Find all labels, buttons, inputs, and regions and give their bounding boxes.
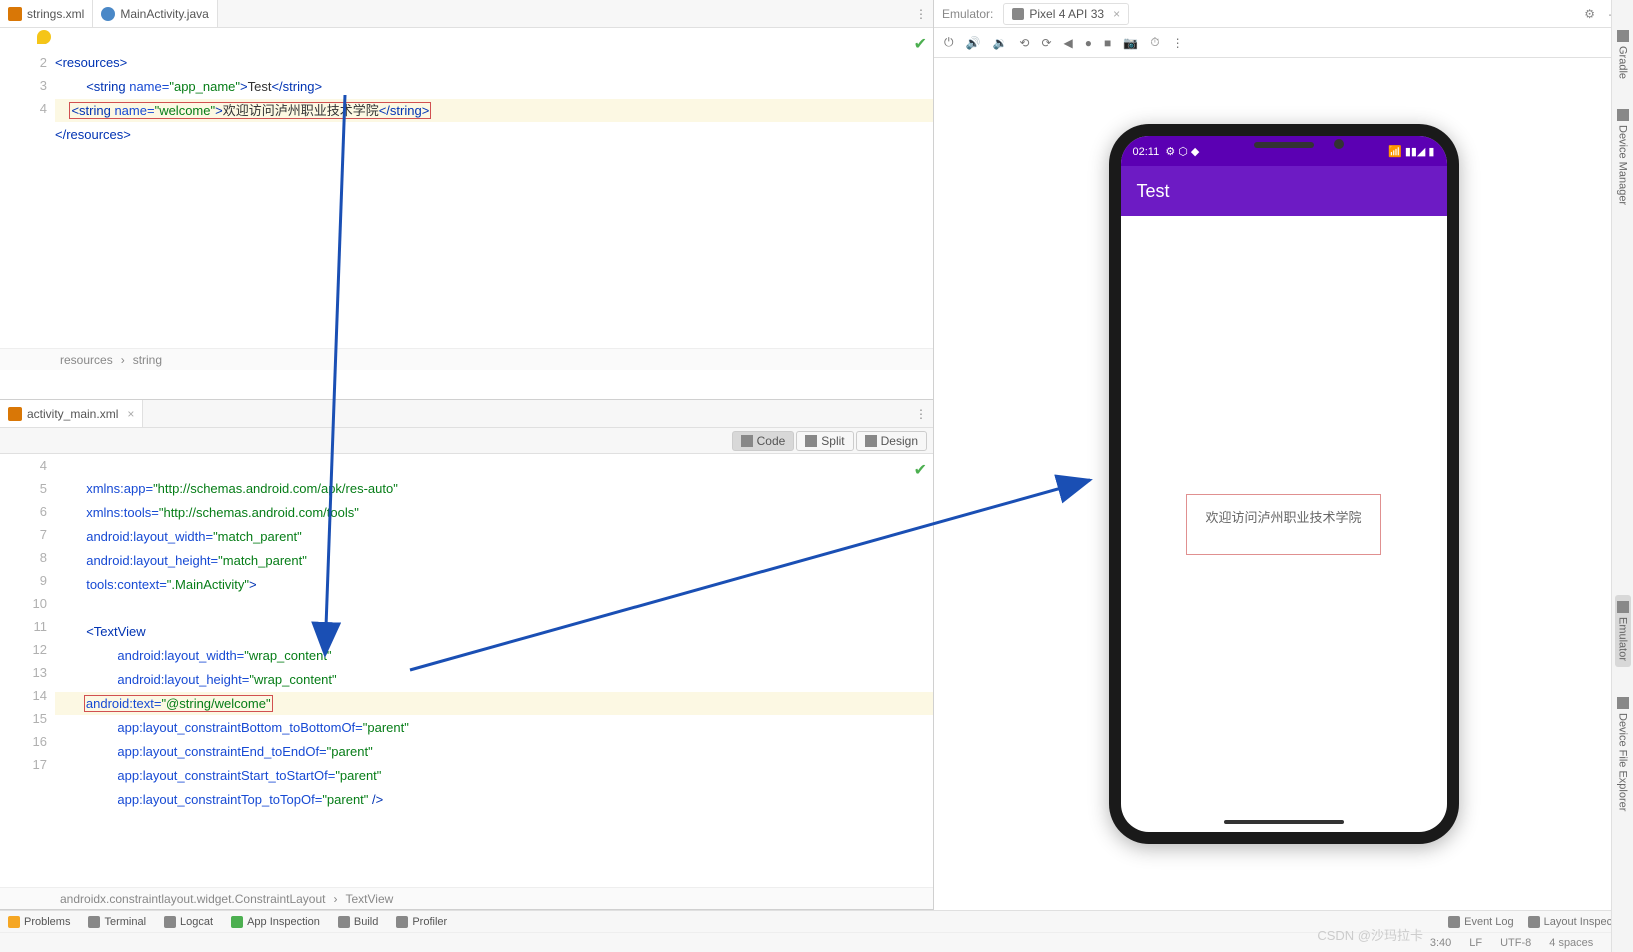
- sidebar-gradle[interactable]: Gradle: [1617, 30, 1629, 79]
- cursor-position[interactable]: 3:40: [1430, 937, 1451, 949]
- screenshot-icon[interactable]: 📷: [1123, 36, 1138, 50]
- home-indicator: [1224, 820, 1344, 824]
- phone-speaker: [1254, 142, 1314, 148]
- tool-terminal[interactable]: Terminal: [88, 916, 146, 928]
- emulator-screen[interactable]: 02:11 ⚙ ⬡ ◆ 📶 ▮▮◢ ▮ Test 欢迎访问泸州职业技术学院: [1121, 136, 1447, 832]
- event-log-icon: [1448, 916, 1460, 928]
- tool-build[interactable]: Build: [338, 916, 378, 928]
- emulator-label: Emulator:: [942, 7, 993, 21]
- breadcrumb-item[interactable]: string: [133, 353, 162, 367]
- layout-file-icon: [8, 407, 22, 421]
- tool-app-inspection[interactable]: App Inspection: [231, 916, 320, 928]
- tab-strings-xml[interactable]: strings.xml: [0, 0, 93, 27]
- emulator-device-tab[interactable]: Pixel 4 API 33×: [1003, 3, 1129, 25]
- line-gutter: 1234: [0, 28, 55, 348]
- split-icon: [805, 435, 817, 447]
- rotate-left-icon[interactable]: ⟲: [1019, 36, 1029, 50]
- back-icon[interactable]: ◀: [1064, 36, 1073, 50]
- android-status-bar: 02:11 ⚙ ⬡ ◆ 📶 ▮▮◢ ▮: [1121, 136, 1447, 166]
- profiler-icon: [396, 916, 408, 928]
- tab-label: activity_main.xml: [27, 407, 118, 421]
- power-icon[interactable]: ⏻: [944, 35, 954, 50]
- phone-icon: [1012, 8, 1024, 20]
- home-icon[interactable]: ●: [1085, 36, 1092, 50]
- sidebar-device-file-explorer[interactable]: Device File Explorer: [1617, 697, 1629, 811]
- file-encoding[interactable]: UTF-8: [1500, 937, 1531, 949]
- textview-highlight: 欢迎访问泸州职业技术学院: [1186, 494, 1380, 555]
- tool-profiler[interactable]: Profiler: [396, 916, 447, 928]
- emulator-frame: 02:11 ⚙ ⬡ ◆ 📶 ▮▮◢ ▮ Test 欢迎访问泸州职业技术学院: [1109, 124, 1459, 844]
- close-icon[interactable]: ×: [1113, 7, 1120, 21]
- breadcrumb-item[interactable]: androidx.constraintlayout.widget.Constra…: [60, 892, 326, 906]
- tab-label: strings.xml: [27, 7, 84, 21]
- tab-activity-main-xml[interactable]: activity_main.xml ×: [0, 400, 143, 427]
- emulator-toolbar: ⏻ 🔊 🔉 ⟲ ⟳ ◀ ● ■ 📷 ⏱ ⋮: [934, 28, 1633, 58]
- problems-icon: [8, 916, 20, 928]
- emulator-icon: [1617, 601, 1629, 613]
- device-manager-icon: [1617, 109, 1629, 121]
- more-icon[interactable]: ⋮: [1172, 36, 1184, 50]
- sidebar-emulator[interactable]: Emulator: [1615, 595, 1631, 667]
- overview-icon[interactable]: ■: [1104, 36, 1111, 50]
- logcat-icon: [164, 916, 176, 928]
- build-icon: [338, 916, 350, 928]
- gear-icon[interactable]: ⚙: [1584, 7, 1595, 21]
- intention-bulb-icon[interactable]: [37, 30, 51, 44]
- line-separator[interactable]: LF: [1469, 937, 1482, 949]
- tool-logcat[interactable]: Logcat: [164, 916, 213, 928]
- view-mode-split[interactable]: Split: [796, 431, 853, 451]
- indent-setting[interactable]: 4 spaces: [1549, 937, 1593, 949]
- phone-camera: [1334, 139, 1344, 149]
- xml-file-icon: [8, 7, 22, 21]
- view-mode-code[interactable]: Code: [732, 431, 795, 451]
- volume-down-icon[interactable]: 🔉: [992, 36, 1007, 50]
- volume-up-icon[interactable]: 🔊: [966, 36, 981, 50]
- java-file-icon: [101, 7, 115, 21]
- file-explorer-icon: [1617, 697, 1629, 709]
- layout-inspector-icon: [1528, 916, 1540, 928]
- code-editor-bottom[interactable]: xmlns:app="http://schemas.android.com/ap…: [55, 454, 933, 887]
- gradle-icon: [1617, 30, 1629, 42]
- terminal-icon: [88, 916, 100, 928]
- design-icon: [865, 435, 877, 447]
- rotate-right-icon[interactable]: ⟳: [1041, 36, 1051, 50]
- close-icon[interactable]: ×: [127, 407, 134, 421]
- breadcrumb-item[interactable]: resources: [60, 353, 113, 367]
- app-bar: Test: [1121, 166, 1447, 216]
- tool-event-log[interactable]: Event Log: [1448, 916, 1514, 928]
- line-gutter: 4567891011121314151617: [0, 454, 55, 887]
- tabs-menu-icon[interactable]: ⋮: [915, 407, 927, 421]
- snapshot-icon[interactable]: ⏱: [1150, 35, 1159, 50]
- tabs-menu-icon[interactable]: ⋮: [915, 7, 927, 21]
- tool-problems[interactable]: Problems: [8, 916, 70, 928]
- breadcrumb-item[interactable]: TextView: [346, 892, 394, 906]
- app-inspection-icon: [231, 916, 243, 928]
- tab-label: MainActivity.java: [120, 7, 208, 21]
- code-icon: [741, 435, 753, 447]
- view-mode-design[interactable]: Design: [856, 431, 927, 451]
- tab-main-activity[interactable]: MainActivity.java: [93, 0, 217, 27]
- sidebar-device-manager[interactable]: Device Manager: [1617, 109, 1629, 205]
- code-editor-top[interactable]: <resources> <string name="app_name">Test…: [55, 28, 933, 348]
- watermark: CSDN @沙玛拉卡: [1317, 925, 1423, 944]
